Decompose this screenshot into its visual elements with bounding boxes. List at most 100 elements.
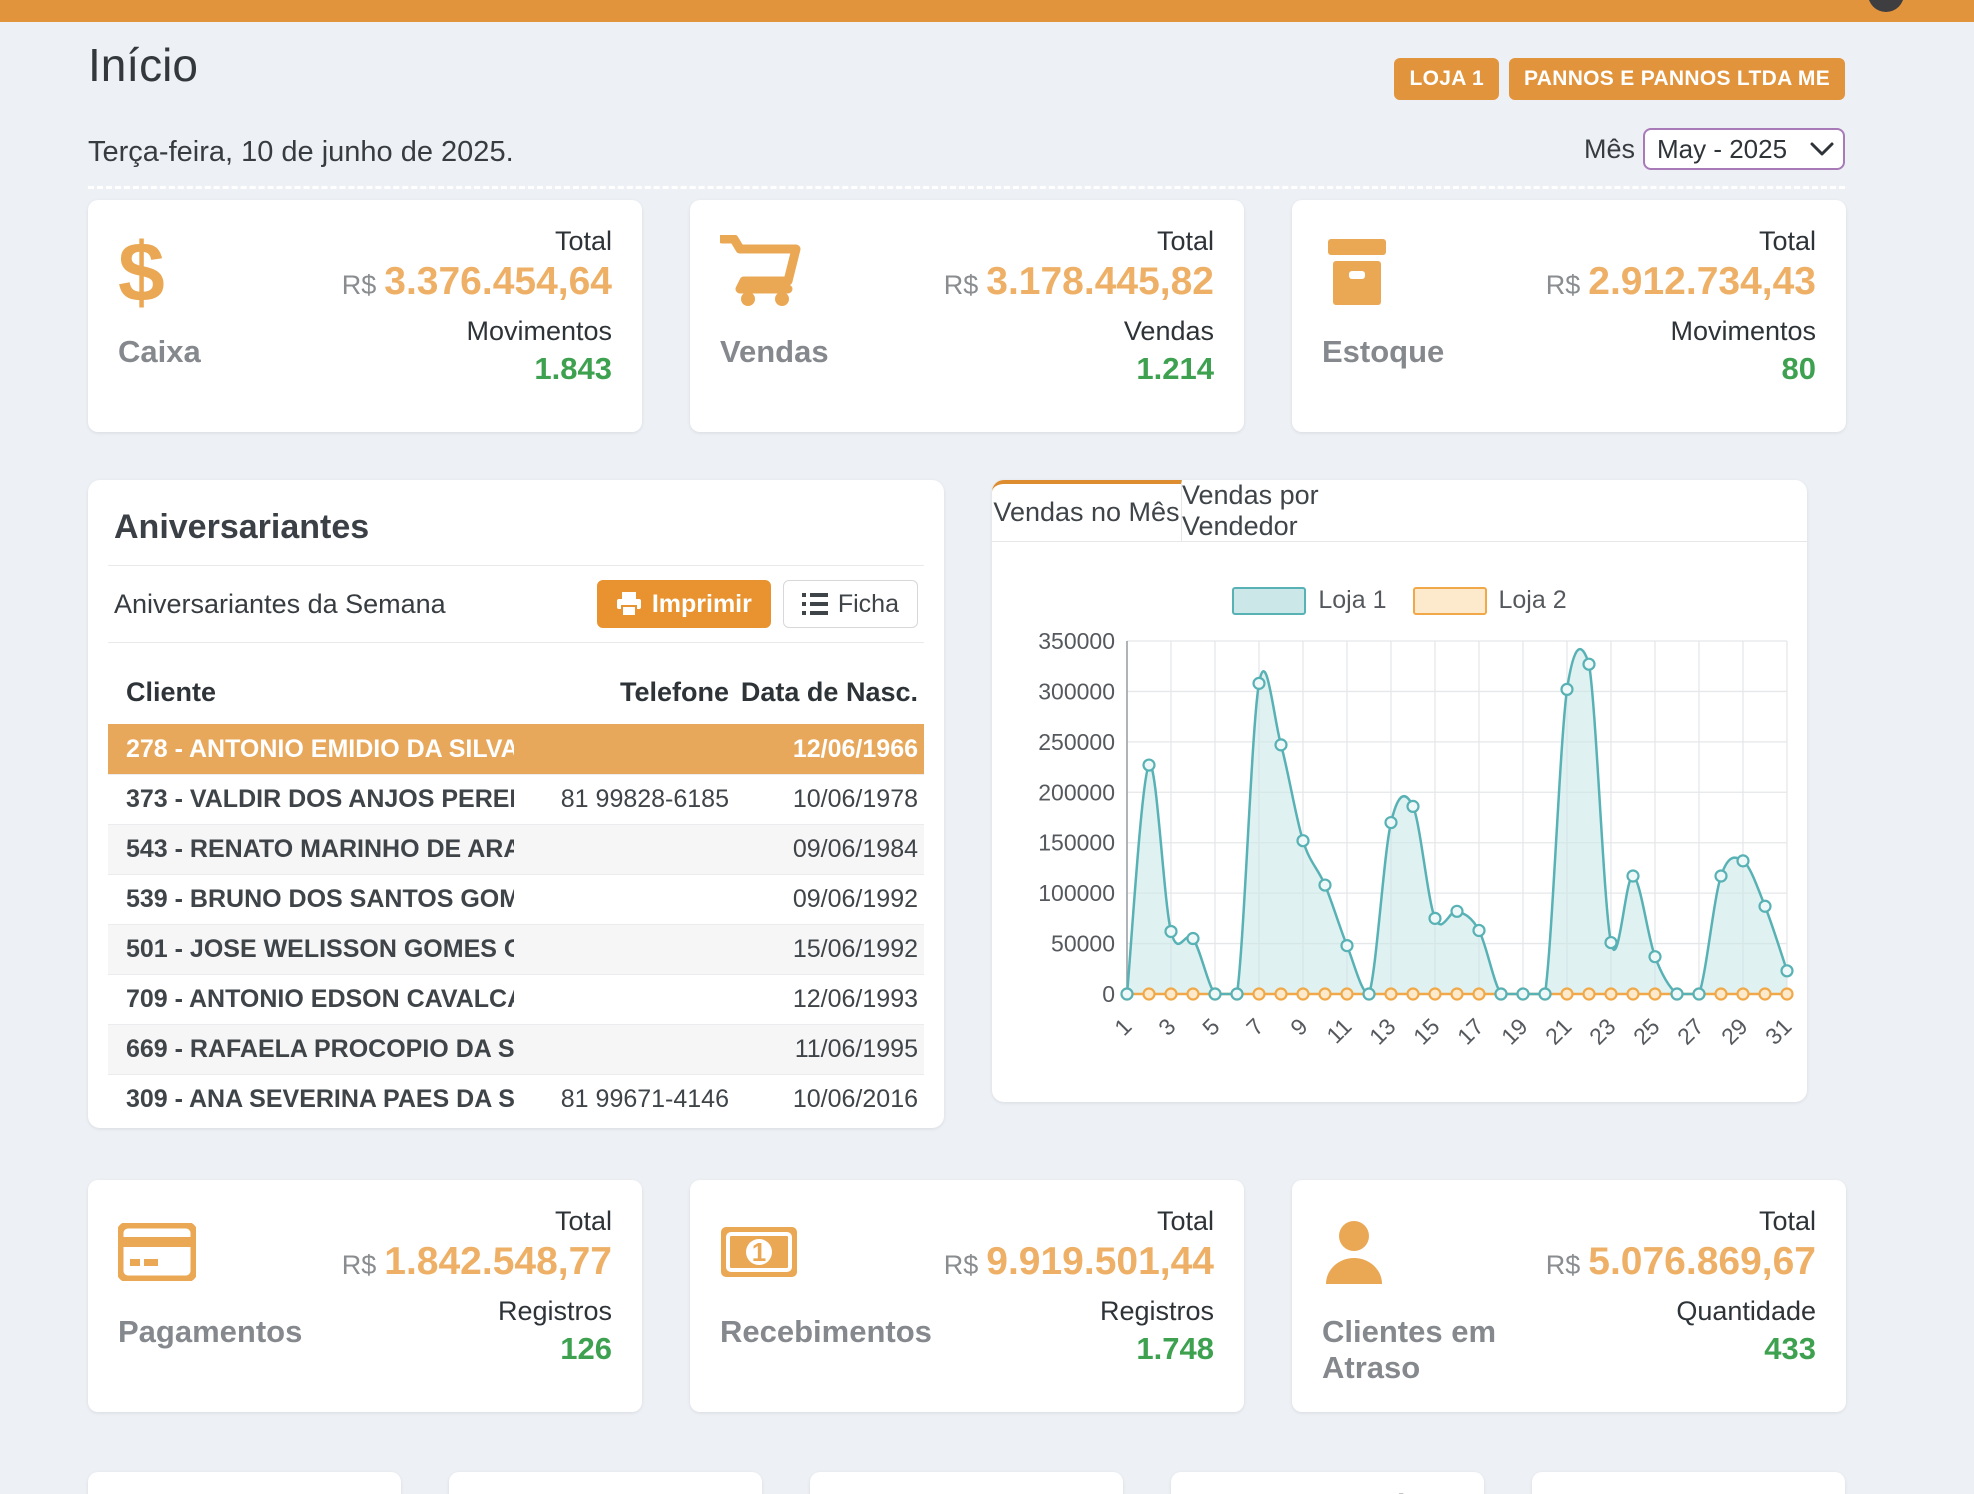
chart-tabs: Vendas no Mês Vendas por Vendedor xyxy=(992,480,1807,542)
sub-value: 126 xyxy=(318,1331,612,1367)
mini-card-label: Usuários xyxy=(1191,1488,1464,1494)
list-icon xyxy=(802,592,828,616)
client-cell: 669 - RAFAELA PROCOPIO DA SILVA CA... xyxy=(108,1035,514,1064)
store-badge[interactable]: LOJA 1 xyxy=(1394,58,1499,100)
dashed-separator xyxy=(88,186,1845,189)
card-title: Clientes em Atraso xyxy=(1322,1314,1546,1386)
imprimir-button[interactable]: Imprimir xyxy=(597,580,771,628)
aniversariantes-panel: Aniversariantes Aniversariantes da Seman… xyxy=(88,480,944,1128)
sub-label: Quantidade xyxy=(1546,1296,1816,1327)
svg-text:350000: 350000 xyxy=(1038,628,1115,654)
sub-label: Movimentos xyxy=(1522,316,1816,347)
month-select[interactable]: May - 2025 xyxy=(1643,128,1845,170)
sub-label: Registros xyxy=(932,1296,1214,1327)
table-row[interactable]: 539 - BRUNO DOS SANTOS GOMES09/06/1992 xyxy=(108,874,924,924)
svg-text:200000: 200000 xyxy=(1038,779,1115,805)
legend-swatch xyxy=(1232,587,1306,615)
box-icon xyxy=(1322,226,1522,318)
birthdate-cell: 12/06/1993 xyxy=(729,985,924,1014)
sub-value: 1.843 xyxy=(318,351,612,387)
card-estoque[interactable]: Estoque Total R$2.912.734,43 Movimentos … xyxy=(1292,200,1846,432)
user-icon xyxy=(1322,1206,1546,1298)
client-cell: 373 - VALDIR DOS ANJOS PEREIRA (AN... xyxy=(108,785,514,814)
mini-cards-row: Clientes Produtos Fornecedores Usuários Vend… xyxy=(88,1472,1845,1494)
card-caixa[interactable]: $ Caixa Total R$3.376.454,64 Movimentos … xyxy=(88,200,642,432)
mini-card-vendedores[interactable]: Vendedores xyxy=(1532,1472,1845,1494)
birthdays-table-body: 278 - ANTONIO EMIDIO DA SILVA (PALE... 12… xyxy=(108,724,924,1124)
total-label: Total xyxy=(1546,1206,1816,1237)
svg-text:50000: 50000 xyxy=(1051,931,1115,957)
svg-text:27: 27 xyxy=(1672,1013,1708,1049)
legend-item-loja-2[interactable]: Loja 2 xyxy=(1413,586,1567,615)
svg-text:11: 11 xyxy=(1321,1013,1356,1048)
legend-label: Loja 2 xyxy=(1499,586,1567,615)
card-recebimentos[interactable]: 1 Recebimentos Total R$9.919.501,44 Regi… xyxy=(690,1180,1244,1412)
card-clientes-em-atraso[interactable]: Clientes em Atraso Total R$5.076.869,67 … xyxy=(1292,1180,1846,1412)
table-row[interactable]: 309 - ANA SEVERINA PAES DA SILVA81 99671… xyxy=(108,1074,924,1124)
money-bill-icon: 1 xyxy=(720,1206,932,1298)
tab-vendas-no-mes[interactable]: Vendas no Mês xyxy=(992,480,1182,541)
svg-text:23: 23 xyxy=(1584,1013,1620,1049)
column-telefone: Telefone xyxy=(514,677,729,708)
table-row[interactable]: 501 - JOSE WELISSON GOMES OLIVEIR...15/0… xyxy=(108,924,924,974)
mini-card-produtos[interactable]: Produtos xyxy=(449,1472,762,1494)
total-label: Total xyxy=(318,226,612,257)
table-row[interactable]: 669 - RAFAELA PROCOPIO DA SILVA CA...11/… xyxy=(108,1024,924,1074)
birthdate-cell: 09/06/1992 xyxy=(729,885,924,914)
column-data-nasc: Data de Nasc. xyxy=(729,677,924,708)
summary-cards-row-2: Pagamentos Total R$1.842.548,77 Registro… xyxy=(88,1180,1846,1412)
card-pagamentos[interactable]: Pagamentos Total R$1.842.548,77 Registro… xyxy=(88,1180,642,1412)
card-title: Estoque xyxy=(1322,334,1522,370)
sub-label: Vendas xyxy=(920,316,1214,347)
client-cell: 278 - ANTONIO EMIDIO DA SILVA (PALE... xyxy=(108,735,514,764)
chart-legend: Loja 1 Loja 2 xyxy=(992,586,1807,615)
table-row[interactable]: 278 - ANTONIO EMIDIO DA SILVA (PALE...12… xyxy=(108,724,924,774)
mini-card-clientes[interactable]: Clientes xyxy=(88,1472,401,1494)
svg-text:31: 31 xyxy=(1760,1013,1796,1049)
printer-icon xyxy=(616,591,642,617)
svg-text:150000: 150000 xyxy=(1038,830,1115,856)
svg-text:25: 25 xyxy=(1628,1013,1664,1049)
svg-text:21: 21 xyxy=(1540,1013,1576,1049)
card-vendas[interactable]: Vendas Total R$3.178.445,82 Vendas 1.214 xyxy=(690,200,1244,432)
total-value: R$2.912.734,43 xyxy=(1522,261,1816,304)
table-row[interactable]: 709 - ANTONIO EDSON CAVALCANTE D...12/06… xyxy=(108,974,924,1024)
birthdate-cell: 15/06/1992 xyxy=(729,935,924,964)
svg-text:1: 1 xyxy=(1109,1013,1136,1040)
svg-text:29: 29 xyxy=(1716,1013,1752,1049)
column-cliente: Cliente xyxy=(108,677,514,708)
table-row[interactable]: 373 - VALDIR DOS ANJOS PEREIRA (AN...81 … xyxy=(108,774,924,824)
svg-text:300000: 300000 xyxy=(1038,678,1115,704)
ficha-button[interactable]: Ficha xyxy=(783,580,918,628)
total-label: Total xyxy=(932,1206,1214,1237)
sub-value: 80 xyxy=(1522,351,1816,387)
mini-card-fornecedores[interactable]: Fornecedores xyxy=(810,1472,1123,1494)
card-title: Recebimentos xyxy=(720,1314,932,1350)
total-label: Total xyxy=(318,1206,612,1237)
total-label: Total xyxy=(920,226,1214,257)
svg-text:100000: 100000 xyxy=(1038,880,1115,906)
svg-text:13: 13 xyxy=(1364,1013,1400,1049)
mini-card-usuários[interactable]: Usuários xyxy=(1171,1472,1484,1494)
current-date: Terça-feira, 10 de junho de 2025. xyxy=(88,136,514,169)
sales-chart-panel: Vendas no Mês Vendas por Vendedor Loja 1… xyxy=(992,480,1807,1102)
top-bar xyxy=(0,0,1974,22)
birthdays-table: Cliente Telefone Data de Nasc. 278 - ANT… xyxy=(108,667,924,1124)
phone-cell: 81 99828-6185 xyxy=(514,785,729,814)
tab-vendas-por-vendedor[interactable]: Vendas por Vendedor xyxy=(1182,480,1427,541)
mini-card-label: Vendedores xyxy=(1552,1488,1825,1494)
birthdays-table-header: Cliente Telefone Data de Nasc. xyxy=(108,667,924,724)
sub-value: 1.214 xyxy=(920,351,1214,387)
credit-card-icon xyxy=(118,1206,318,1298)
svg-text:17: 17 xyxy=(1452,1013,1488,1049)
card-title: Pagamentos xyxy=(118,1314,318,1350)
phone-cell: 81 99671-4146 xyxy=(514,1085,729,1114)
legend-label: Loja 1 xyxy=(1318,586,1386,615)
legend-item-loja-1[interactable]: Loja 1 xyxy=(1232,586,1386,615)
mini-card-label: Clientes xyxy=(108,1488,381,1494)
table-row[interactable]: 543 - RENATO MARINHO DE ARAUJO (F...09/0… xyxy=(108,824,924,874)
cart-icon xyxy=(720,226,920,318)
card-title: Caixa xyxy=(118,334,318,370)
company-badge[interactable]: PANNOS E PANNOS LTDA ME xyxy=(1509,58,1845,100)
month-control: Mês May - 2025 xyxy=(1584,128,1845,170)
